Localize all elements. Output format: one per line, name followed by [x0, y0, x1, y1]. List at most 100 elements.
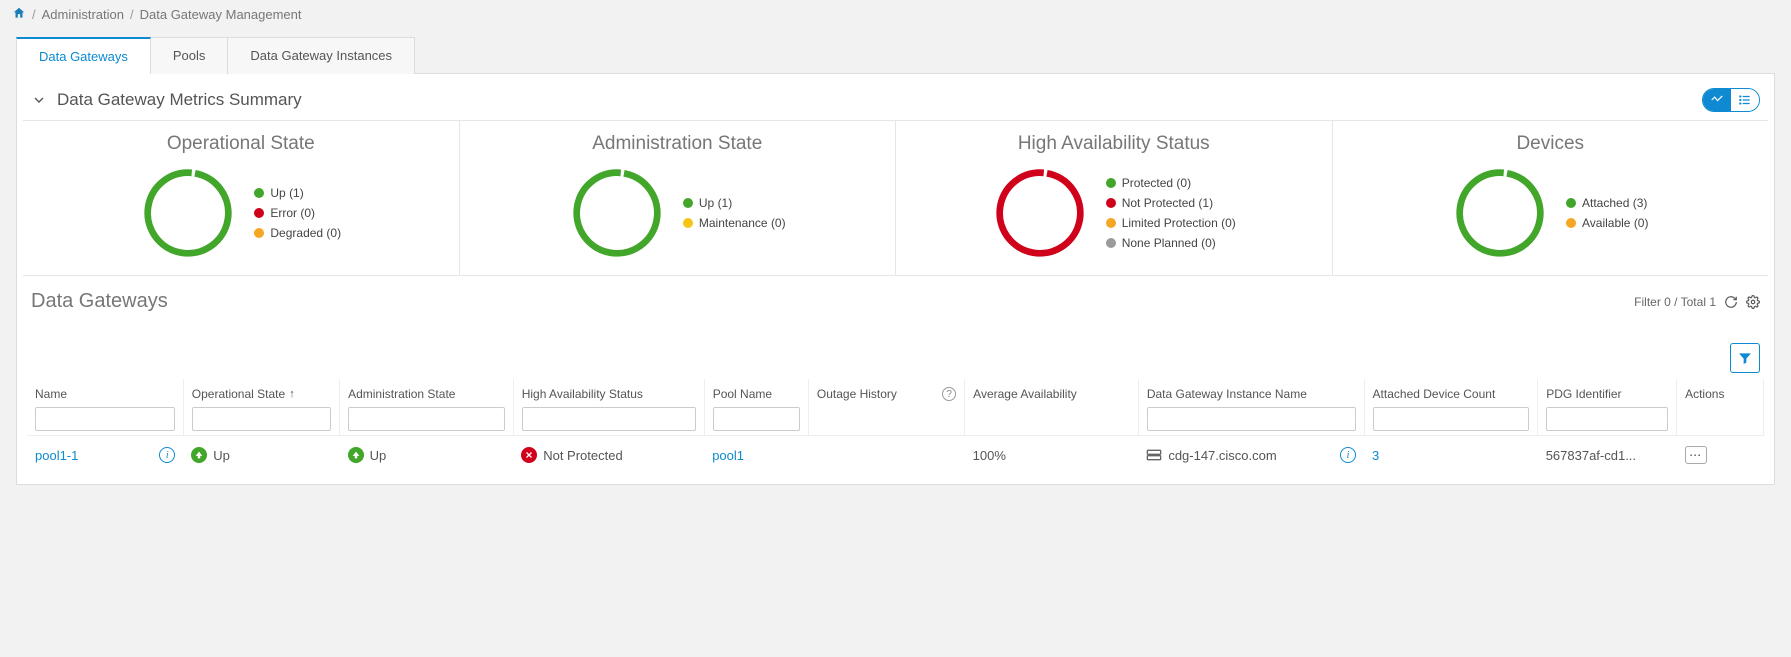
legend-label: Up (1) [699, 196, 732, 210]
legend: Attached (3) Available (0) [1566, 196, 1648, 230]
tab-data-gateways[interactable]: Data Gateways [16, 37, 151, 74]
legend-dot [1106, 198, 1116, 208]
filter-op-state-input[interactable] [192, 407, 331, 431]
legend-label: None Planned (0) [1122, 236, 1216, 250]
legend-dot [1566, 218, 1576, 228]
breadcrumb: / Administration / Data Gateway Manageme… [0, 0, 1791, 29]
legend-item[interactable]: Up (1) [254, 186, 341, 200]
legend: Protected (0) Not Protected (1) Limited Pr… [1106, 176, 1236, 250]
filter-ha-status-input[interactable] [522, 407, 696, 431]
legend-dot [683, 218, 693, 228]
summary-title: Data Gateway Metrics Summary [57, 90, 302, 110]
legend: Up (1) Error (0) Degraded (0) [254, 186, 341, 240]
card-title: Devices [1337, 133, 1765, 155]
legend-item[interactable]: Protected (0) [1106, 176, 1236, 190]
legend-dot [1106, 178, 1116, 188]
legend-item[interactable]: Degraded (0) [254, 226, 341, 240]
op-state-value: Up [213, 448, 230, 463]
list-view-button[interactable] [1731, 89, 1759, 111]
legend-label: Maintenance (0) [699, 216, 786, 230]
filter-instance-input[interactable] [1147, 407, 1356, 431]
table-row: pool1-1 i Up Up Not Protected pool1 100% cdg-14… [27, 436, 1764, 475]
legend-item[interactable]: Available (0) [1566, 216, 1648, 230]
donut-chart [569, 165, 665, 261]
col-attached[interactable]: Attached Device Count [1373, 387, 1496, 401]
legend-label: Degraded (0) [270, 226, 341, 240]
legend-item[interactable]: Maintenance (0) [683, 216, 786, 230]
summary-card-ha: High Availability StatusProtected (0)Not… [895, 121, 1332, 275]
tab-data-gateway-instances[interactable]: Data Gateway Instances [227, 37, 415, 74]
pool-link[interactable]: pool1 [712, 448, 744, 463]
card-title: Operational State [27, 133, 455, 155]
admin-state-value: Up [370, 448, 387, 463]
filter-name-input[interactable] [35, 407, 175, 431]
legend-item[interactable]: None Planned (0) [1106, 236, 1236, 250]
gateway-name-link[interactable]: pool1-1 [35, 448, 78, 463]
section-title: Data Gateways [31, 290, 168, 313]
filter-admin-state-input[interactable] [348, 407, 505, 431]
legend-item[interactable]: Attached (3) [1566, 196, 1648, 210]
chevron-down-icon[interactable] [31, 92, 47, 108]
ha-status-value: Not Protected [543, 448, 623, 463]
summary-card-operational: Operational State Up (1) Error (0) Degraded… [23, 121, 459, 275]
legend-item[interactable]: Up (1) [683, 196, 786, 210]
col-instance[interactable]: Data Gateway Instance Name [1147, 387, 1307, 401]
data-gateways-table: Name Operational State ↑ Administration … [27, 379, 1764, 474]
breadcrumb-sep: / [130, 7, 134, 22]
legend-dot [254, 208, 264, 218]
device-icon [1146, 449, 1162, 461]
attached-count-link[interactable]: 3 [1372, 448, 1379, 463]
filter-pool-input[interactable] [713, 407, 800, 431]
col-op-state[interactable]: Operational State [192, 387, 285, 401]
legend-item[interactable]: Limited Protection (0) [1106, 216, 1236, 230]
settings-icon[interactable] [1746, 295, 1760, 309]
legend-label: Up (1) [270, 186, 303, 200]
home-icon[interactable] [12, 6, 26, 23]
legend-item[interactable]: Not Protected (1) [1106, 196, 1236, 210]
legend-dot [683, 198, 693, 208]
up-icon [191, 447, 207, 463]
chart-view-button[interactable] [1703, 89, 1731, 111]
tabs: Data Gateways Pools Data Gateway Instanc… [16, 37, 1775, 74]
breadcrumb-level2[interactable]: Data Gateway Management [140, 7, 302, 22]
col-outage[interactable]: Outage History [817, 387, 897, 401]
tab-pools[interactable]: Pools [150, 37, 229, 74]
legend: Up (1) Maintenance (0) [683, 196, 786, 230]
legend-dot [1566, 198, 1576, 208]
legend-label: Attached (3) [1582, 196, 1647, 210]
sort-ascending-icon[interactable]: ↑ [289, 388, 295, 400]
outage-history-cell [808, 436, 964, 475]
col-name[interactable]: Name [35, 387, 67, 401]
breadcrumb-level1[interactable]: Administration [42, 7, 124, 22]
col-ha-status[interactable]: High Availability Status [522, 387, 643, 401]
row-actions-button[interactable]: ⋯ [1685, 446, 1707, 464]
pdg-identifier-value: 567837af-cd1... [1538, 436, 1677, 475]
legend-label: Limited Protection (0) [1122, 216, 1236, 230]
filter-button[interactable] [1730, 343, 1760, 373]
legend-label: Available (0) [1582, 216, 1648, 230]
legend-dot [1106, 238, 1116, 248]
summary-card-devices: Devices Attached (3) Available (0) [1332, 121, 1769, 275]
info-icon[interactable]: i [159, 447, 175, 463]
col-pdg[interactable]: PDG Identifier [1546, 387, 1621, 401]
view-toggle [1702, 88, 1760, 112]
up-icon [348, 447, 364, 463]
legend-label: Protected (0) [1122, 176, 1191, 190]
filter-pdg-input[interactable] [1546, 407, 1668, 431]
filter-attached-input[interactable] [1373, 407, 1530, 431]
col-avg-avail[interactable]: Average Availability [973, 387, 1077, 401]
instance-name-value: cdg-147.cisco.com [1168, 448, 1276, 463]
legend-item[interactable]: Error (0) [254, 206, 341, 220]
legend-dot [1106, 218, 1116, 228]
legend-dot [254, 188, 264, 198]
col-admin-state[interactable]: Administration State [348, 387, 455, 401]
filter-count-text: Filter 0 / Total 1 [1634, 295, 1716, 309]
info-icon[interactable]: i [1340, 447, 1356, 463]
help-icon[interactable]: ? [942, 387, 956, 401]
avg-availability-value: 100% [965, 436, 1139, 475]
refresh-icon[interactable] [1724, 295, 1738, 309]
col-pool[interactable]: Pool Name [713, 387, 772, 401]
card-title: Administration State [464, 133, 892, 155]
breadcrumb-sep: / [32, 7, 36, 22]
donut-chart [992, 165, 1088, 261]
